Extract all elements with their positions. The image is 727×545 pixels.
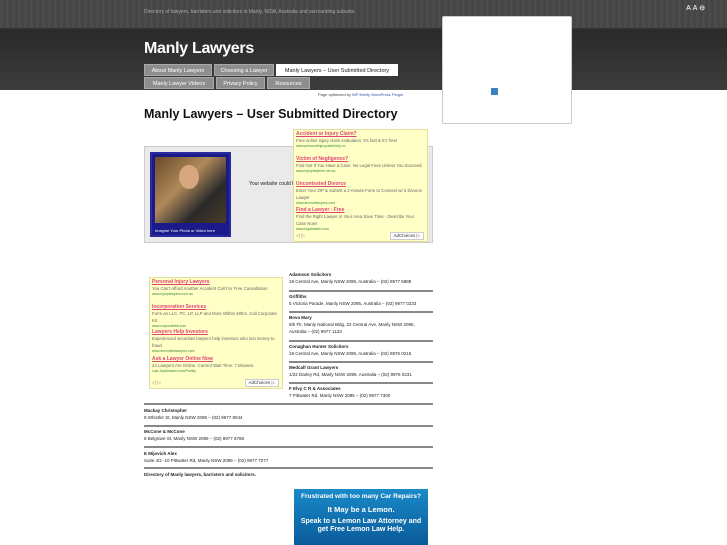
ad-item[interactable]: Victim of Negligence? Find Out If You Ha… bbox=[296, 156, 425, 173]
tab-user-directory[interactable]: Manly Lawyers – User Submitted Directory bbox=[276, 64, 398, 76]
ad-item[interactable]: Accident or Injury Claim? Free online in… bbox=[296, 131, 425, 148]
adchoices-badge[interactable]: AdChoices ▷ bbox=[244, 379, 279, 387]
featured-text: Your website could b bbox=[249, 181, 295, 187]
page-title: Manly Lawyers – User Submitted Directory bbox=[144, 107, 398, 121]
ad-item[interactable]: Personal Injury Lawyers You Can't Afford… bbox=[152, 279, 280, 296]
tab-about[interactable]: About Manly Lawyers bbox=[144, 64, 212, 76]
wp-minify-link[interactable]: WP Minify WordPress Plugin bbox=[352, 92, 403, 97]
lawyer-listing: McCone & McCone 8 Belgrave St, Manly NSW… bbox=[144, 429, 245, 441]
lawyer-listing: Bova Mary 5th Flr, Manly National Bldg, … bbox=[289, 315, 415, 334]
tab-privacy[interactable]: Privacy Policy bbox=[216, 77, 265, 89]
ad-panel-left: Personal Injury Lawyers You Can't Afford… bbox=[149, 277, 283, 389]
adchoices-badge[interactable]: AdChoices ▷ bbox=[389, 232, 424, 240]
divider bbox=[289, 311, 433, 313]
lawyer-photo bbox=[155, 157, 226, 223]
ad-item[interactable]: Find a Lawyer - Free Find the Right Lawy… bbox=[296, 207, 425, 231]
optimized-note: Page optimized by WP Minify WordPress Pl… bbox=[318, 92, 404, 97]
ad-nav-arrows[interactable]: ◁ ▷ bbox=[152, 380, 161, 386]
site-title[interactable]: Manly Lawyers bbox=[144, 40, 254, 58]
divider bbox=[289, 382, 433, 384]
ad-overlay-frame[interactable] bbox=[442, 16, 572, 124]
tab-videos[interactable]: Manly Lawyer Videos bbox=[144, 77, 214, 89]
divider bbox=[144, 425, 433, 427]
divider bbox=[289, 361, 433, 363]
lawyer-listing: Conaghan Hunter Solicitors 19 Central Av… bbox=[289, 344, 412, 356]
ad-info-icon[interactable] bbox=[491, 88, 498, 95]
tab-resources[interactable]: Resources bbox=[267, 77, 310, 89]
ad-item[interactable]: Ask a Lawyer Online Now 24 Lawyers Are O… bbox=[152, 356, 280, 373]
divider bbox=[144, 446, 433, 448]
lawyer-listing: E Mijovich Alex Suite 4/2 -10 Pittwater … bbox=[144, 451, 269, 463]
lawyer-listing: F Elvy C R & Associates 7 Pittwater Rd, … bbox=[289, 386, 391, 398]
lawyer-listing: Medcalf Grant Lawyers 1/22 Darley Rd, Ma… bbox=[289, 365, 412, 377]
ad-item[interactable]: Incorporation Services Form an LLC, PC, … bbox=[152, 304, 280, 328]
divider bbox=[144, 467, 433, 469]
divider bbox=[144, 403, 433, 405]
featured-photo[interactable]: Imagine Your Photo or Video here bbox=[150, 152, 231, 237]
directory-footer-text: Directory of Manly lawyers, barristers a… bbox=[144, 472, 257, 477]
divider bbox=[289, 290, 433, 292]
ad-nav-arrows[interactable]: ◁ ▷ bbox=[296, 233, 305, 239]
site-tagline: Directory of lawyers, barristers and sol… bbox=[144, 9, 355, 15]
font-size-controls[interactable]: A A ⊖ bbox=[686, 4, 705, 12]
divider bbox=[289, 340, 433, 342]
lawyer-listing: Adamson Solicitors 19 Central Ave, Manly… bbox=[289, 272, 412, 284]
ad-panel-top: Accident or Injury Claim? Free online in… bbox=[293, 129, 428, 242]
ad-item[interactable]: Lawyers Help Investors Experienced secur… bbox=[152, 329, 280, 353]
tab-choosing-lawyer[interactable]: Choosing a Lawyer bbox=[214, 64, 274, 76]
ad-item[interactable]: Uncontested Divorce Enter Your ZIP & Sub… bbox=[296, 181, 425, 205]
lawyer-listing: Griffiths 5 Victoria Parade, Manly NSW 2… bbox=[289, 294, 417, 306]
photo-caption: Imagine Your Photo or Video here bbox=[155, 228, 215, 233]
lemon-law-banner-ad[interactable]: Frustrated with too many Car Repairs? It… bbox=[294, 489, 428, 545]
lawyer-listing: Mackay Christopher 9 Whistler St, Manly … bbox=[144, 408, 243, 420]
